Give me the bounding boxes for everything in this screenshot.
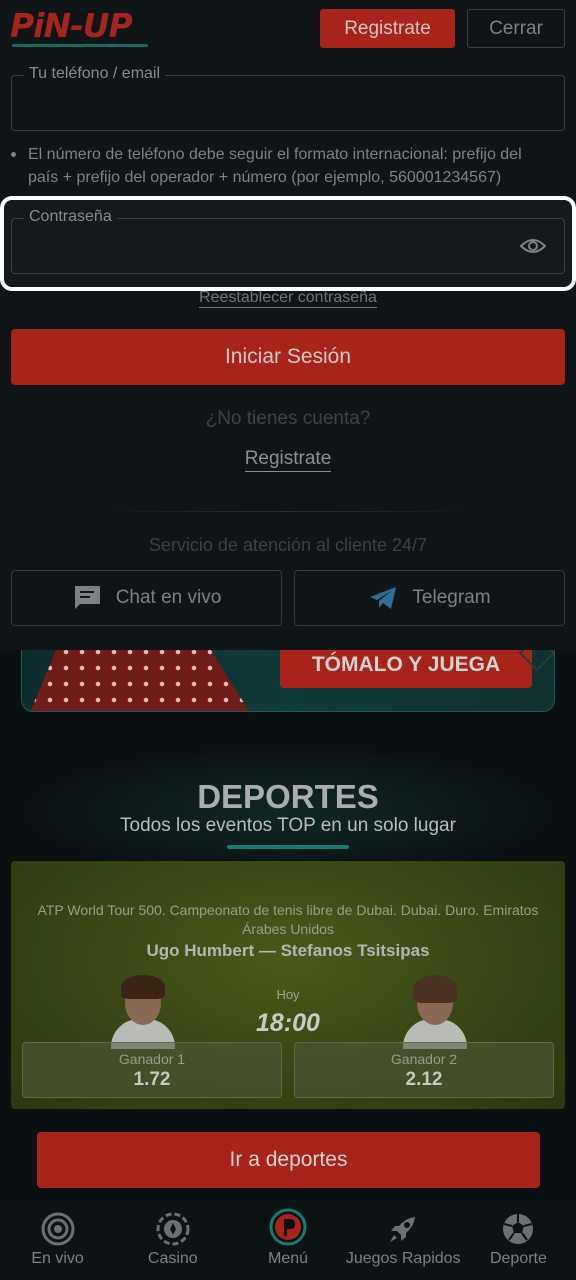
pinup-logo[interactable]: PiN-UP — [10, 6, 150, 47]
close-button[interactable]: Cerrar — [467, 9, 565, 48]
nav-label: Juegos Rapidos — [345, 1250, 461, 1267]
bottom-nav: En vivo Casino Menú Juegos Rapidos Depor… — [0, 1200, 576, 1280]
match-teams: Ugo Humbert — Stefanos Tsitsipas — [146, 941, 430, 960]
phone-format-hint-text: El número de teléfono debe seguir el for… — [28, 146, 522, 186]
telegram-label: Telegram — [412, 587, 491, 608]
casino-chip-icon — [156, 1212, 190, 1246]
nav-item-menu[interactable]: Menú — [230, 1200, 345, 1280]
nav-item-fast-games[interactable]: Juegos Rapidos — [346, 1200, 461, 1280]
odd-button-winner-1[interactable]: Ganador 1 1.72 — [22, 1042, 282, 1098]
reset-password-text: Reestablecer contraseña — [199, 289, 377, 308]
odd-label: Ganador 2 — [390, 1051, 458, 1067]
nav-label: Menú — [267, 1250, 309, 1267]
live-icon — [41, 1212, 75, 1246]
live-chat-button[interactable]: Chat en vivo — [11, 570, 282, 626]
register-button[interactable]: Registrate — [320, 9, 455, 48]
phone-email-input[interactable] — [26, 88, 506, 118]
nav-item-sport[interactable]: Deporte — [461, 1200, 576, 1280]
login-button[interactable]: Iniciar Sesión — [11, 329, 565, 385]
nav-label: Casino — [147, 1250, 198, 1267]
bullet-icon — [11, 152, 16, 157]
telegram-button[interactable]: Telegram — [294, 570, 565, 626]
match-time: 18:00 — [256, 1009, 320, 1037]
nav-item-casino[interactable]: Casino — [115, 1200, 230, 1280]
phone-email-label: Tu teléfono / email — [24, 65, 166, 83]
sports-title-underline — [227, 845, 349, 849]
pinup-logo-icon — [269, 1208, 307, 1246]
logo-underline — [12, 44, 148, 47]
support-title: Servicio de atención al cliente 24/7 — [148, 535, 428, 555]
soccer-ball-icon — [503, 1214, 534, 1244]
phone-format-hint: El número de teléfono debe seguir el for… — [11, 143, 556, 189]
live-chat-label: Chat en vivo — [115, 587, 222, 608]
odd-button-winner-2[interactable]: Ganador 2 2.12 — [294, 1042, 554, 1098]
telegram-icon — [370, 587, 397, 609]
sports-title: DEPORTES — [197, 778, 379, 815]
odd-label: Ganador 1 — [118, 1051, 186, 1067]
go-to-sports-button[interactable]: Ir a deportes — [37, 1132, 540, 1188]
nav-label: Deporte — [489, 1250, 547, 1267]
odd-value: 2.12 — [405, 1069, 443, 1090]
sports-subtitle: Todos los eventos TOP en un solo lugar — [120, 815, 456, 836]
match-league: ATP World Tour 500. Campeonato de tenis … — [37, 902, 539, 937]
rocket-icon — [390, 1217, 416, 1242]
logo-text: PiN-UP — [10, 6, 133, 45]
register-link-text: Registrate — [244, 448, 332, 472]
chat-icon — [74, 586, 100, 609]
odd-value: 1.72 — [133, 1069, 171, 1090]
phone-email-field[interactable]: Tu teléfono / email — [11, 65, 565, 131]
login-panel: PiN-UP Registrate Cerrar Tu teléfono / e… — [0, 0, 576, 650]
nav-item-live[interactable]: En vivo — [0, 1200, 115, 1280]
nav-label: En vivo — [31, 1250, 84, 1267]
match-day: Hoy — [276, 987, 300, 1002]
divider — [100, 511, 476, 512]
password-field-highlight — [0, 196, 576, 291]
register-link[interactable]: Registrate — [0, 448, 576, 472]
match-card[interactable]: ATP World Tour 500. Campeonato de tenis … — [11, 861, 565, 1109]
no-account-text: ¿No tienes cuenta? — [205, 408, 371, 429]
reset-password-link[interactable]: Reestablecer contraseña — [0, 289, 576, 308]
